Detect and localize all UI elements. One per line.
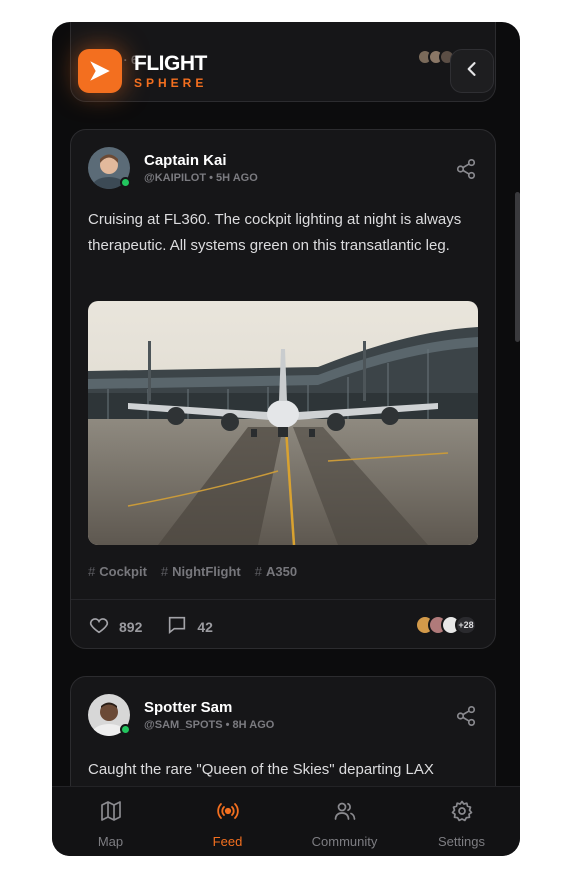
- post-tags: # Cockpit # NightFlight # A350: [88, 564, 297, 579]
- nav-item-settings[interactable]: Settings: [403, 787, 520, 856]
- broadcast-icon: [216, 799, 240, 828]
- chevron-left-icon: [462, 59, 482, 84]
- map-icon: [99, 799, 123, 828]
- nav-label-community: Community: [311, 834, 378, 849]
- post-body: Cruising at FL360. The cockpit lighting …: [88, 211, 462, 254]
- brand-subtitle: SPHERE: [134, 76, 208, 90]
- gear-icon: [450, 799, 474, 828]
- bottom-nav: Map Feed Community Settings: [52, 786, 520, 856]
- post-meta: @KAIPILOT • 5H AGO: [144, 172, 258, 184]
- feed-scroll-area[interactable]: 45 · 6 Captain Kai @KAIPILOT • 5H AGO Cr…: [52, 22, 520, 786]
- nav-item-map[interactable]: Map: [52, 787, 169, 856]
- users-icon: [333, 799, 357, 828]
- nav-label-settings: Settings: [438, 834, 485, 849]
- share-icon[interactable]: [455, 158, 477, 180]
- post-image[interactable]: [88, 301, 478, 545]
- nav-label-map: Map: [97, 834, 124, 849]
- like-button[interactable]: 892: [88, 614, 142, 639]
- likers-avatars[interactable]: +28: [415, 615, 477, 635]
- comment-button[interactable]: 42: [166, 614, 213, 639]
- nav-label-feed: Feed: [212, 834, 243, 849]
- comment-icon: [166, 614, 197, 639]
- nav-item-community[interactable]: Community: [286, 787, 403, 856]
- logo-icon: [78, 49, 122, 93]
- online-indicator: [120, 724, 131, 735]
- post-meta: @SAM_SPOTS • 8H AGO: [144, 719, 275, 731]
- nav-item-feed[interactable]: Feed: [169, 787, 286, 856]
- post-card: Spotter Sam @SAM_SPOTS • 8H AGO Caught t…: [70, 676, 496, 786]
- post-header: Captain Kai @KAIPILOT • 5H AGO: [88, 147, 258, 189]
- post-author[interactable]: Captain Kai: [144, 152, 258, 169]
- collapse-button[interactable]: [450, 49, 494, 93]
- avatar[interactable]: [88, 147, 131, 189]
- like-count: 892: [119, 618, 143, 635]
- tag-a350[interactable]: # A350: [255, 564, 297, 579]
- scrollbar[interactable]: [515, 192, 520, 342]
- post-body: Caught the rare "Queen of the Skies" dep…: [88, 761, 434, 778]
- tag-nightflight[interactable]: # NightFlight: [161, 564, 241, 579]
- post-card: Captain Kai @KAIPILOT • 5H AGO Cruising …: [70, 129, 496, 649]
- brand-title: FLIGHT: [134, 52, 207, 75]
- app-window: 45 · 6 Captain Kai @KAIPILOT • 5H AGO Cr…: [52, 22, 520, 856]
- card-divider: [71, 599, 495, 600]
- post-author[interactable]: Spotter Sam: [144, 699, 274, 716]
- post-actions: 892 42: [88, 614, 237, 639]
- share-icon[interactable]: [455, 705, 477, 727]
- comment-count: 42: [197, 618, 213, 635]
- app-brand[interactable]: FLIGHT SPHERE: [78, 49, 207, 93]
- heart-icon: [88, 614, 119, 639]
- tag-cockpit[interactable]: # Cockpit: [88, 564, 147, 579]
- avatar[interactable]: [88, 694, 131, 736]
- likers-more-count: +28: [455, 615, 477, 635]
- post-header: Spotter Sam @SAM_SPOTS • 8H AGO: [88, 694, 274, 736]
- online-indicator: [120, 177, 131, 188]
